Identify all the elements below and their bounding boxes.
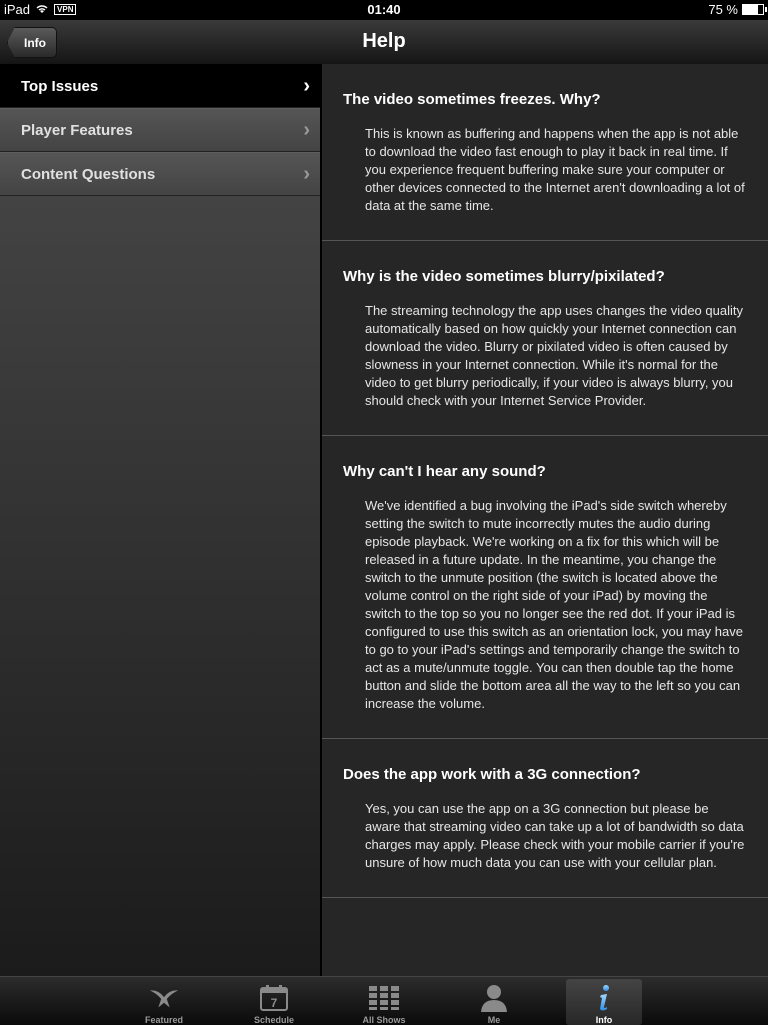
- sidebar-item-content-questions[interactable]: Content Questions ›: [0, 152, 320, 196]
- tab-info[interactable]: Info: [566, 979, 642, 1025]
- tab-bar: Featured 7 Schedule All Shows Me Info: [0, 976, 768, 1025]
- chevron-right-icon: ›: [303, 118, 310, 141]
- battery-percent: 75 %: [708, 2, 738, 17]
- featured-icon: [149, 984, 179, 1012]
- status-time: 01:40: [367, 2, 401, 17]
- tab-all-shows[interactable]: All Shows: [346, 979, 422, 1025]
- battery-icon: [742, 4, 767, 15]
- svg-text:7: 7: [271, 996, 278, 1010]
- sidebar-item-player-features[interactable]: Player Features ›: [0, 108, 320, 152]
- sidebar-item-label: Content Questions: [21, 165, 156, 183]
- faq-item: The video sometimes freezes. Why? This i…: [322, 64, 768, 241]
- tab-me[interactable]: Me: [456, 979, 532, 1025]
- wifi-icon: [35, 2, 49, 17]
- info-icon: [589, 984, 619, 1012]
- faq-item: Does the app work with a 3G connection? …: [322, 739, 768, 898]
- faq-answer: The streaming technology the app uses ch…: [365, 303, 743, 408]
- sidebar-item-top-issues[interactable]: Top Issues ›: [0, 64, 320, 108]
- faq-question: Why is the video sometimes blurry/pixila…: [343, 268, 665, 285]
- faq-content[interactable]: The video sometimes freezes. Why? This i…: [322, 64, 768, 976]
- tab-schedule[interactable]: 7 Schedule: [236, 979, 312, 1025]
- navigation-bar: Info Help: [0, 20, 768, 65]
- faq-answer: Yes, you can use the app on a 3G connect…: [365, 801, 745, 870]
- carrier-label: iPad: [4, 2, 31, 17]
- status-bar: iPad VPN 01:40 75 %: [0, 0, 768, 20]
- faq-item: Why can't I hear any sound? We've identi…: [322, 436, 768, 739]
- faq-question: The video sometimes freezes. Why?: [343, 91, 601, 108]
- faq-question: Does the app work with a 3G connection?: [343, 766, 641, 783]
- calendar-icon: 7: [259, 984, 289, 1012]
- back-button[interactable]: Info: [7, 27, 57, 58]
- faq-answer: This is known as buffering and happens w…: [365, 126, 745, 213]
- chevron-right-icon: ›: [303, 74, 310, 97]
- sidebar: Top Issues › Player Features › Content Q…: [0, 64, 321, 976]
- vpn-badge: VPN: [54, 4, 77, 15]
- sidebar-item-label: Top Issues: [21, 77, 99, 95]
- tab-featured[interactable]: Featured: [126, 979, 202, 1025]
- page-title: Help: [362, 30, 406, 52]
- faq-item: Why is the video sometimes blurry/pixila…: [322, 241, 768, 436]
- faq-answer: We've identified a bug involving the iPa…: [365, 498, 743, 711]
- grid-icon: [369, 984, 399, 1012]
- sidebar-item-label: Player Features: [21, 121, 133, 139]
- chevron-right-icon: ›: [303, 162, 310, 185]
- person-icon: [479, 984, 509, 1012]
- faq-question: Why can't I hear any sound?: [343, 463, 546, 480]
